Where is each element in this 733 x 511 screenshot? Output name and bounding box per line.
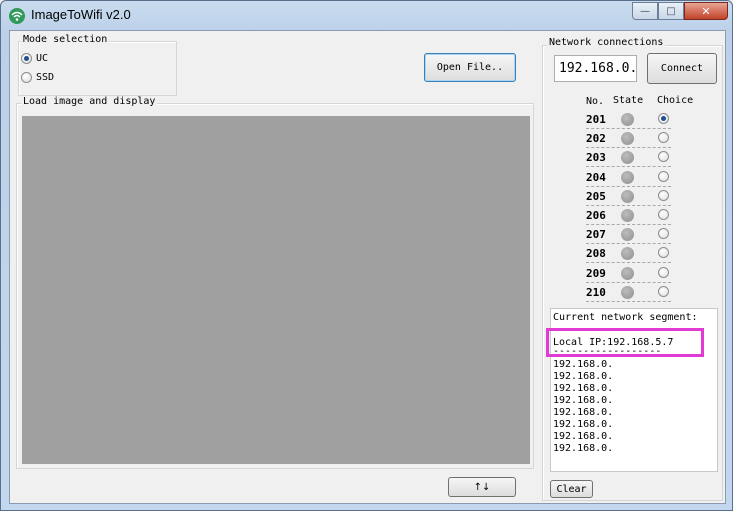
- mode-option-uc[interactable]: UC: [21, 53, 48, 64]
- network-row-202: 202: [586, 129, 671, 149]
- radio-unselected-icon: [658, 151, 669, 163]
- network-row-208: 208: [586, 244, 671, 264]
- local-ip-highlight: [546, 328, 704, 357]
- state-indicator-icon: [621, 228, 634, 242]
- row-number: 204: [586, 170, 606, 184]
- network-row-210: 210: [586, 283, 671, 302]
- move-button[interactable]: ↑↓: [448, 477, 516, 497]
- radio-unselected-icon: [658, 189, 669, 201]
- display-group-label: Load image and display: [21, 96, 158, 107]
- network-row-205: 205: [586, 187, 671, 206]
- row-number: 203: [586, 151, 606, 165]
- connect-button[interactable]: Connect: [647, 53, 717, 84]
- title-bar[interactable]: ImageToWifi v2.0 — □ ✕: [1, 1, 733, 29]
- state-indicator-icon: [621, 151, 634, 165]
- choice-radio[interactable]: [658, 228, 669, 240]
- radio-unselected-icon: [658, 170, 669, 182]
- choice-radio[interactable]: [658, 113, 669, 124]
- choice-radio[interactable]: [658, 266, 669, 278]
- minimize-button[interactable]: —: [632, 2, 658, 20]
- row-number: 207: [586, 228, 606, 242]
- wifi-icon: [9, 8, 25, 24]
- open-file-button[interactable]: Open File..: [424, 53, 516, 82]
- image-display-area[interactable]: [22, 116, 530, 464]
- network-row-204: 204: [586, 168, 671, 187]
- log-line: 192.168.0.: [553, 407, 614, 418]
- choice-radio[interactable]: [658, 132, 669, 144]
- choice-radio[interactable]: [658, 247, 669, 259]
- row-number: 206: [586, 209, 606, 222]
- radio-unselected-icon: [658, 132, 669, 144]
- state-indicator-icon: [621, 266, 634, 280]
- choice-radio[interactable]: [658, 285, 669, 297]
- log-line: 192.168.0.: [553, 383, 614, 394]
- network-row-207: 207: [586, 225, 671, 245]
- radio-unselected-icon: [21, 72, 32, 83]
- state-indicator-icon: [621, 209, 634, 222]
- row-number: 205: [586, 189, 606, 203]
- choice-radio[interactable]: [658, 189, 669, 201]
- close-button[interactable]: ✕: [684, 2, 728, 20]
- network-row-206: 206: [586, 206, 671, 225]
- network-row-209: 209: [586, 264, 671, 283]
- mode-option-ssd[interactable]: SSD: [21, 72, 54, 83]
- radio-selected-icon: [658, 113, 669, 124]
- mode-option-label: UC: [36, 53, 49, 64]
- choice-radio[interactable]: [658, 170, 669, 182]
- clear-button[interactable]: Clear: [550, 480, 593, 498]
- client-area: Mode selection UC SSD Open File.. Load i…: [9, 30, 726, 504]
- row-number: 209: [586, 266, 606, 280]
- radio-unselected-icon: [658, 247, 669, 259]
- radio-unselected-icon: [658, 228, 669, 240]
- log-line: 192.168.0.: [553, 395, 614, 406]
- network-group-label: Network connections: [547, 37, 666, 48]
- app-window: ImageToWifi v2.0 — □ ✕ Mode selection UC…: [0, 0, 733, 511]
- radio-unselected-icon: [658, 266, 669, 278]
- row-number: 208: [586, 247, 606, 261]
- network-row-201: 201: [586, 110, 671, 129]
- window-title: ImageToWifi v2.0: [31, 7, 131, 22]
- radio-unselected-icon: [658, 209, 669, 220]
- state-indicator-icon: [621, 189, 634, 203]
- log-line: 192.168.0.: [553, 359, 614, 370]
- row-number: 210: [586, 285, 606, 299]
- maximize-button[interactable]: □: [658, 2, 684, 20]
- log-line: 192.168.0.: [553, 371, 614, 382]
- state-indicator-icon: [621, 285, 634, 299]
- state-indicator-icon: [621, 132, 634, 146]
- column-header-choice: Choice: [657, 95, 694, 106]
- log-line: 192.168.0.: [553, 443, 614, 454]
- state-indicator-icon: [621, 113, 634, 126]
- log-line: 192.168.0.: [553, 431, 614, 442]
- network-row-203: 203: [586, 148, 671, 168]
- column-header-no: No.: [586, 96, 605, 107]
- row-number: 202: [586, 132, 606, 146]
- choice-radio[interactable]: [658, 151, 669, 163]
- log-line: 192.168.0.: [553, 419, 614, 430]
- state-indicator-icon: [621, 170, 634, 184]
- mode-selection-group: [18, 41, 177, 96]
- row-number: 201: [586, 113, 606, 126]
- mode-option-label: SSD: [36, 72, 55, 83]
- choice-radio[interactable]: [658, 209, 669, 220]
- radio-unselected-icon: [658, 285, 669, 297]
- state-indicator-icon: [621, 247, 634, 261]
- column-header-state: State: [613, 95, 644, 106]
- mode-selection-label: Mode selection: [21, 34, 110, 45]
- radio-selected-icon: [21, 53, 32, 64]
- ip-address-input[interactable]: 192.168.0.: [554, 55, 637, 82]
- log-title: Current network segment:: [553, 312, 698, 323]
